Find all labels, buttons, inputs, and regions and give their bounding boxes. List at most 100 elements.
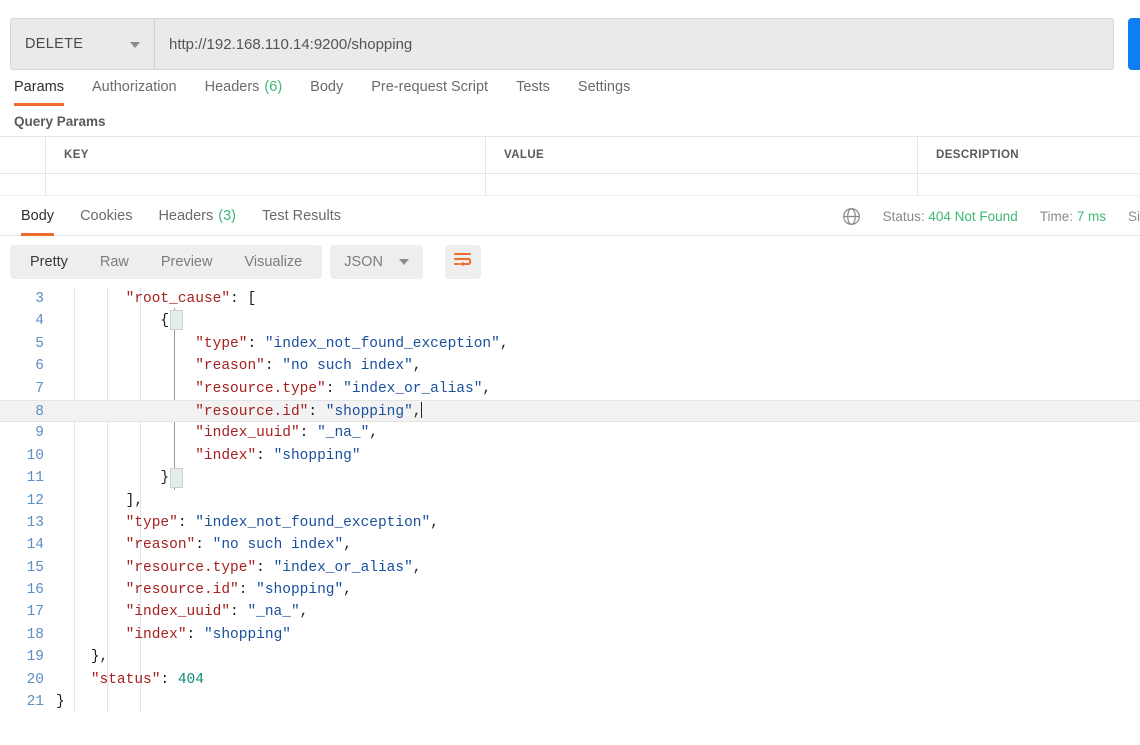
tab-tests-label: Tests	[516, 79, 550, 95]
token-key: "root_cause"	[125, 291, 231, 307]
code-line[interactable]: 8 "resource.id": "shopping",	[0, 399, 1140, 423]
time-label: Time:	[1039, 208, 1073, 224]
tab-tests[interactable]: Tests	[502, 68, 564, 106]
code-line[interactable]: 16 "resource.id": "shopping",	[0, 579, 1140, 601]
code-text: ],	[56, 493, 143, 509]
view-mode-raw[interactable]: Raw	[84, 245, 145, 279]
code-line[interactable]: 21}	[0, 691, 1140, 713]
view-mode-pretty[interactable]: Pretty	[14, 245, 84, 279]
tab-pre-request-script-label: Pre-request Script	[371, 79, 489, 95]
tab-settings-label: Settings	[577, 79, 631, 95]
row-key-cell[interactable]	[46, 174, 486, 195]
tab-pre-request-script[interactable]: Pre-request Script	[357, 68, 502, 106]
code-line[interactable]: 15 "resource.type": "index_or_alias",	[0, 557, 1140, 579]
code-text: "reason": "no such index",	[56, 358, 422, 375]
token-pun: ,	[482, 380, 492, 397]
code-text: }	[56, 694, 65, 710]
code-line[interactable]: 5 "type": "index_not_found_exception",	[0, 333, 1140, 355]
token-pun: :	[177, 514, 196, 531]
response-tab-body[interactable]: Body	[8, 196, 67, 236]
row-value-cell[interactable]	[486, 174, 918, 195]
code-line[interactable]: 10 "index": "shopping"	[0, 445, 1140, 467]
chevron-down-icon	[398, 259, 409, 265]
column-header-key: KEY	[64, 149, 89, 161]
view-mode-preview[interactable]: Preview	[145, 245, 229, 279]
code-text: "type": "index_not_found_exception",	[56, 515, 439, 531]
tab-params-label: Params	[14, 79, 64, 95]
token-pun: ,	[299, 604, 309, 621]
token-str: "no such index"	[282, 358, 413, 375]
token-key: "index"	[125, 626, 187, 643]
code-line[interactable]: 18 "index": "shopping"	[0, 624, 1140, 646]
token-num: 404	[177, 671, 204, 688]
row-checkbox-cell[interactable]	[0, 174, 46, 195]
token-pun: ,	[412, 358, 422, 375]
response-tab-headers[interactable]: Headers (3)	[145, 196, 249, 236]
response-body-editor[interactable]: 3 "root_cause": [4 {5 "type": "index_not…	[0, 288, 1140, 713]
tab-body[interactable]: Body	[296, 68, 357, 106]
code-text: "index": "shopping"	[56, 448, 360, 464]
line-number: 12	[26, 492, 44, 509]
response-tab-body-label: Body	[21, 207, 55, 224]
response-tab-bar: Body Cookies Headers (3) Test Results	[0, 196, 354, 236]
code-text: "type": "index_not_found_exception",	[56, 335, 508, 352]
language-dropdown[interactable]: JSON	[330, 245, 423, 279]
table-row[interactable]	[0, 174, 1140, 196]
token-pun: },	[90, 649, 109, 666]
tab-headers-label: Headers	[204, 79, 260, 95]
tab-settings[interactable]: Settings	[564, 68, 644, 106]
token-str: "index_not_found_exception"	[195, 514, 431, 531]
line-number: 17	[26, 604, 44, 621]
response-tab-test-results[interactable]: Test Results	[249, 196, 354, 236]
token-key: "reason"	[195, 358, 265, 375]
code-line[interactable]: 4 {	[0, 310, 1140, 332]
status-value: 404 Not Found	[928, 208, 1018, 224]
word-wrap-toggle[interactable]	[444, 245, 481, 279]
code-text: "status": 404	[56, 672, 204, 688]
code-text: "resource.type": "index_or_alias",	[56, 381, 491, 397]
globe-icon[interactable]	[842, 207, 861, 226]
line-number: 21	[26, 694, 44, 711]
token-pun: :	[186, 626, 204, 643]
code-line[interactable]: 17 "index_uuid": "_na_",	[0, 601, 1140, 623]
row-description-cell[interactable]	[918, 174, 1140, 195]
token-str: "_na_"	[247, 604, 300, 621]
code-line[interactable]: 6 "reason": "no such index",	[0, 355, 1140, 377]
token-pun: :	[264, 358, 283, 375]
request-tab-bar: Params Authorization Headers (6) Body Pr…	[0, 68, 1140, 106]
code-line[interactable]: 11 }	[0, 467, 1140, 489]
word-wrap-icon	[453, 251, 473, 273]
tab-authorization-label: Authorization	[91, 79, 177, 95]
code-line[interactable]: 9 "index_uuid": "_na_",	[0, 422, 1140, 444]
code-line[interactable]: 19 },	[0, 646, 1140, 668]
http-method-dropdown[interactable]: DELETE	[10, 18, 154, 70]
tab-headers[interactable]: Headers (6)	[191, 68, 297, 106]
token-pun: ,	[412, 403, 422, 420]
code-text: "resource.id": "shopping",	[56, 582, 352, 598]
token-pun: ,	[343, 582, 352, 599]
token-key: "status"	[90, 671, 161, 688]
status-label: Status:	[882, 208, 925, 224]
code-line[interactable]: 20 "status": 404	[0, 669, 1140, 691]
token-key: "reason"	[125, 537, 196, 554]
token-pun: :	[247, 335, 265, 352]
code-text: "index_uuid": "_na_",	[56, 425, 378, 441]
code-text: "index": "shopping"	[56, 627, 291, 643]
send-button[interactable]: Send	[1128, 18, 1140, 70]
token-pun: {	[160, 313, 170, 330]
view-mode-visualize[interactable]: Visualize	[228, 245, 318, 279]
response-tab-cookies[interactable]: Cookies	[67, 196, 145, 236]
request-url-input[interactable]	[154, 18, 1114, 70]
code-line[interactable]: 3 "root_cause": [	[0, 288, 1140, 310]
code-line[interactable]: 7 "resource.type": "index_or_alias",	[0, 378, 1140, 400]
token-pun: ,	[369, 425, 378, 442]
token-pun: ],	[125, 492, 144, 509]
code-line[interactable]: 12 ],	[0, 490, 1140, 512]
code-line[interactable]: 14 "reason": "no such index",	[0, 534, 1140, 556]
code-line[interactable]: 13 "type": "index_not_found_exception",	[0, 512, 1140, 534]
token-pun: :	[195, 537, 213, 554]
select-all-checkbox-cell[interactable]	[0, 137, 46, 173]
tab-authorization[interactable]: Authorization	[78, 68, 191, 106]
tab-params[interactable]: Params	[14, 68, 78, 106]
code-text: "index_uuid": "_na_",	[56, 604, 309, 621]
